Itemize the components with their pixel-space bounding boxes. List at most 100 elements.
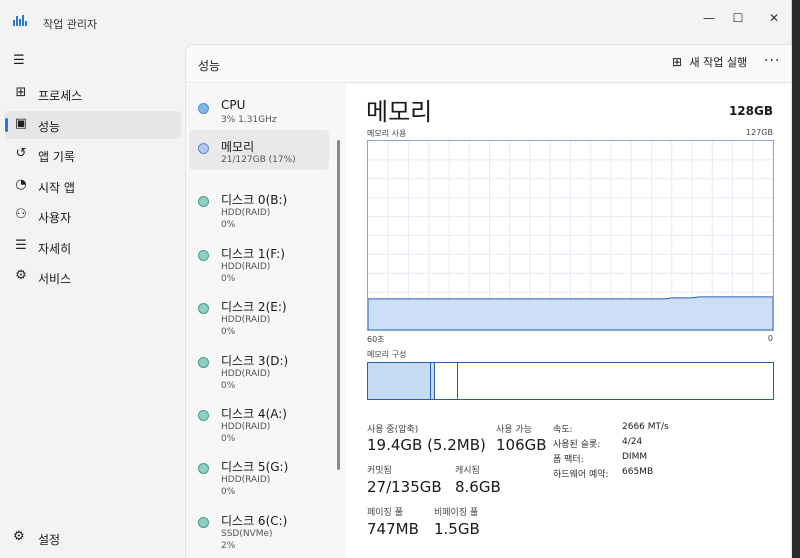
sidebar-item-label: 앱 기록 xyxy=(38,150,75,164)
nonpaged-pool-value: 1.5GB xyxy=(434,520,480,538)
sidebar-item-2[interactable]: ↺ 앱 기록 xyxy=(5,141,181,169)
slots-value: 4/24 xyxy=(622,437,643,447)
device-item[interactable]: 디스크 5(G:) HDD(RAID) 0% xyxy=(189,450,329,502)
task-manager-window: 작업 관리자 — ☐ ✕ ☰ ⊞ 프로세스 ▣ 성능 ↺ 앱 기록 ◔ 시작 앱 ⚇ 사용자 ☰ 자세… xyxy=(0,0,792,558)
device-name: 디스크 2(E:) xyxy=(221,300,287,315)
memory-usage-area xyxy=(368,296,773,330)
device-subtitle: HDD(RAID) xyxy=(221,422,271,432)
hardware-reserved-label: 하드웨어 예약: xyxy=(553,470,609,480)
device-name: 메모리 xyxy=(221,140,255,154)
available-value: 106GB xyxy=(496,436,547,454)
paged-pool-value: 747MB xyxy=(367,520,419,538)
device-subtitle: HDD(RAID) xyxy=(221,368,271,379)
device-item[interactable]: 디스크 0(B:) HDD(RAID) 0% xyxy=(189,183,329,235)
memory-usage-graph xyxy=(367,140,774,331)
device-status-dot xyxy=(198,196,209,208)
nonpaged-pool-label: 비페이징 풀 xyxy=(434,508,479,518)
device-name: 디스크 0(B:) xyxy=(221,193,288,208)
memory-detail: 메모리 128GB 메모리 사용 127GB 60초 0 메모리 구성 사용 중… xyxy=(346,84,791,558)
device-item[interactable]: 디스크 4(A:) HDD(RAID) 0% xyxy=(189,397,329,449)
device-subtitle: 21/127GB (17%) xyxy=(221,155,296,165)
device-item[interactable]: CPU 3% 1.31GHz xyxy=(189,90,329,130)
sidebar-item-0[interactable]: ⊞ 프로세스 xyxy=(5,80,181,108)
device-name: 디스크 5(G:) xyxy=(221,460,289,475)
run-new-task-button[interactable]: ⊞ 새 작업 실행 xyxy=(672,54,747,74)
settings-label: 설정 xyxy=(38,533,61,547)
more-options-button[interactable]: ··· xyxy=(764,53,780,69)
active-indicator xyxy=(5,117,8,132)
device-status-dot xyxy=(198,143,209,154)
paged-pool-label: 페이징 풀 xyxy=(367,508,403,518)
device-name: 디스크 4(A:) xyxy=(221,407,287,421)
memory-usage-label: 메모리 사용 xyxy=(367,129,407,138)
run-new-task-label: 새 작업 실행 xyxy=(689,56,748,69)
device-item[interactable]: 디스크 3(D:) HDD(RAID) 0% xyxy=(189,344,329,396)
committed-label: 커밋됨 xyxy=(367,466,392,476)
memory-total: 128GB xyxy=(728,104,773,118)
page-title: 성능 xyxy=(198,59,221,73)
sidebar-item-label: 프로세스 xyxy=(38,89,83,103)
device-usage: 0% xyxy=(221,434,236,444)
sidebar: ☰ ⊞ 프로세스 ▣ 성능 ↺ 앱 기록 ◔ 시작 앱 ⚇ 사용자 ☰ 자세히 ⚙ 서비스 ⚙ 설정 xyxy=(0,40,185,558)
device-status-dot xyxy=(198,303,209,315)
device-status-dot xyxy=(198,410,209,421)
device-name: 디스크 1(F:) xyxy=(221,246,285,261)
device-subtitle: HDD(RAID) xyxy=(221,208,271,219)
memory-composition-label: 메모리 구성 xyxy=(367,350,407,359)
graph-time-left: 60초 xyxy=(367,335,385,344)
in-use-label: 사용 중(압축) xyxy=(367,425,419,435)
close-button[interactable]: ✕ xyxy=(757,8,791,28)
graph-time-right: 0 xyxy=(767,334,773,343)
hamburger-menu-icon[interactable]: ☰ xyxy=(13,54,27,67)
new-task-icon: ⊞ xyxy=(672,55,683,69)
sidebar-item-label: 자세히 xyxy=(38,241,72,256)
device-item[interactable]: 디스크 1(F:) HDD(RAID) 0% xyxy=(189,237,329,289)
sidebar-item-label: 시작 앱 xyxy=(38,180,75,195)
device-usage: 2% xyxy=(221,540,236,551)
task-manager-app-icon xyxy=(13,15,27,26)
settings-gear-icon: ⚙ xyxy=(13,529,25,544)
device-subtitle: HDD(RAID) xyxy=(221,261,271,272)
device-subtitle: HDD(RAID) xyxy=(221,475,271,486)
device-item[interactable]: 메모리 21/127GB (17%) xyxy=(189,130,329,170)
device-item[interactable]: 디스크 2(E:) HDD(RAID) 0% xyxy=(189,290,329,342)
device-subtitle: 3% 1.31GHz xyxy=(221,115,277,125)
processes-icon: ⊞ xyxy=(15,85,27,100)
details-icon: ☰ xyxy=(15,237,27,253)
device-status-dot xyxy=(198,356,209,368)
title-bar: 작업 관리자 — ☐ ✕ xyxy=(0,0,792,40)
committed-value: 27/135GB xyxy=(367,478,442,496)
device-usage: 0% xyxy=(221,327,236,338)
device-usage: 0% xyxy=(221,220,236,231)
services-icon: ⚙ xyxy=(15,268,27,283)
device-usage: 0% xyxy=(221,487,236,498)
device-name: 디스크 6(C:) xyxy=(221,513,288,528)
sidebar-item-5[interactable]: ☰ 자세히 xyxy=(5,233,181,261)
startup-icon: ◔ xyxy=(15,176,27,192)
form-factor-label: 폼 팩터: xyxy=(553,455,584,465)
speed-value: 2666 MT/s xyxy=(622,422,669,432)
device-item[interactable]: 디스크 6(C:) SSD(NVMe) 2% xyxy=(189,504,329,556)
memory-title: 메모리 xyxy=(366,98,433,126)
device-status-dot xyxy=(198,103,209,114)
maximize-button[interactable]: ☐ xyxy=(721,8,755,28)
device-status-dot xyxy=(198,249,209,261)
hardware-reserved-value: 665MB xyxy=(622,467,654,477)
memory-composition-bar xyxy=(367,362,774,400)
device-list-scrollbar[interactable] xyxy=(337,140,340,470)
sidebar-item-settings[interactable]: ⚙ 설정 xyxy=(5,524,181,552)
available-label: 사용 가능 xyxy=(496,425,532,435)
panel-header: 성능 ⊞ 새 작업 실행 ··· xyxy=(186,45,791,83)
sidebar-item-1[interactable]: ▣ 성능 xyxy=(5,110,181,139)
device-name: CPU xyxy=(221,98,246,112)
device-subtitle: SSD(NVMe) xyxy=(221,528,273,539)
in-use-value: 19.4GB (5.2MB) xyxy=(367,436,486,454)
performance-icon: ▣ xyxy=(14,115,28,131)
sidebar-item-3[interactable]: ◔ 시작 앱 xyxy=(5,172,181,200)
sidebar-item-label: 사용자 xyxy=(38,211,72,225)
form-factor-value: DIMM xyxy=(622,452,648,462)
background-strip xyxy=(792,0,800,558)
sidebar-item-6[interactable]: ⚙ 서비스 xyxy=(5,263,181,291)
cached-value: 8.6GB xyxy=(455,478,501,496)
sidebar-item-4[interactable]: ⚇ 사용자 xyxy=(5,202,181,230)
